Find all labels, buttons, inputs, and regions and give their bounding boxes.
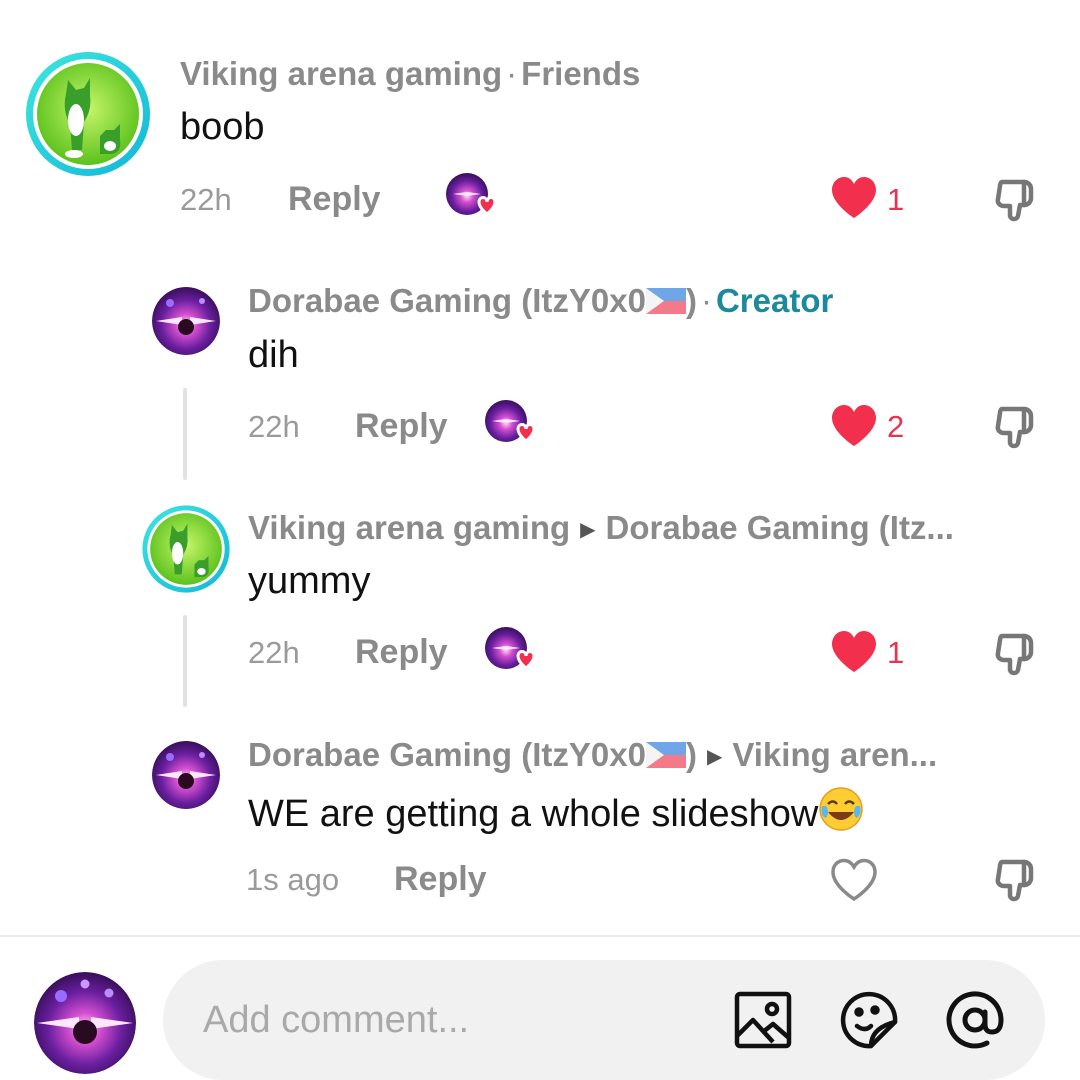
reply-button[interactable]: Reply [355,406,448,446]
heart-icon[interactable] [830,176,878,220]
philippines-flag-icon [645,288,686,314]
friends-tag: Friends [521,55,641,92]
like-count: 1 [887,635,905,670]
reply-to-name[interactable]: Viking aren... [732,736,937,773]
reply-arrow-icon: ▶ [706,746,723,768]
reply-button[interactable]: Reply [288,179,381,219]
heart-icon[interactable] [830,630,878,674]
creator-liked-avatar-icon [482,399,538,451]
at-mention-icon[interactable] [945,990,1005,1050]
sticker-emoji-icon[interactable] [839,990,899,1050]
current-user-avatar[interactable] [34,972,136,1074]
image-icon[interactable] [733,990,793,1050]
author-name[interactable]: Dorabae Gaming (ItzY0x0) [248,736,697,773]
creator-liked-avatar-icon [443,172,499,224]
comment-text: WE are getting a whole slideshow [248,786,864,837]
thumbs-down-icon[interactable] [992,176,1040,224]
comment-time: 1s ago [246,862,340,897]
creator-liked-avatar-icon [482,626,538,678]
author-name[interactable]: Dorabae Gaming (ItzY0x0) [248,282,697,319]
comment-time: 22h [248,409,300,444]
comment-author-row: Dorabae Gaming (ItzY0x0) ▶ Viking aren... [248,735,1048,777]
like-count: 2 [887,409,905,444]
thumbs-down-icon[interactable] [992,630,1040,678]
like-count: 1 [887,182,905,217]
thread-line [183,615,187,707]
comment-author-row: Dorabae Gaming (ItzY0x0) · Creator [248,282,834,319]
avatar[interactable] [24,50,152,178]
comment-input-placeholder: Add comment... [203,999,470,1041]
author-name[interactable]: Viking arena gaming [180,55,502,92]
comment-text: boob [180,106,265,148]
thumbs-down-icon[interactable] [992,856,1040,904]
comment-time: 22h [180,182,232,217]
comment-author-row: Viking arena gaming · Friends [180,55,641,92]
composer-divider [0,935,1080,937]
comment-text: yummy [248,560,371,602]
comment-time: 22h [248,635,300,670]
creator-badge: Creator [715,282,834,319]
reply-button[interactable]: Reply [355,632,448,672]
laughing-tears-emoji-icon [819,787,864,831]
comment-input[interactable]: Add comment... [163,960,1045,1080]
thumbs-down-icon[interactable] [992,403,1040,451]
thread-line [183,388,187,480]
heart-icon[interactable] [830,404,878,448]
author-name[interactable]: Viking arena gaming [248,509,570,546]
heart-icon[interactable] [830,858,878,902]
philippines-flag-icon [645,742,686,768]
avatar[interactable] [141,504,231,594]
avatar[interactable] [152,741,220,809]
comment-author-row: Viking arena gaming ▶ Dorabae Gaming (Itz.… [248,508,1048,550]
reply-arrow-icon: ▶ [580,519,596,541]
comment-text: dih [248,334,299,376]
avatar[interactable] [152,287,220,355]
reply-button[interactable]: Reply [394,859,487,899]
reply-to-name[interactable]: Dorabae Gaming (Itz... [606,509,954,546]
